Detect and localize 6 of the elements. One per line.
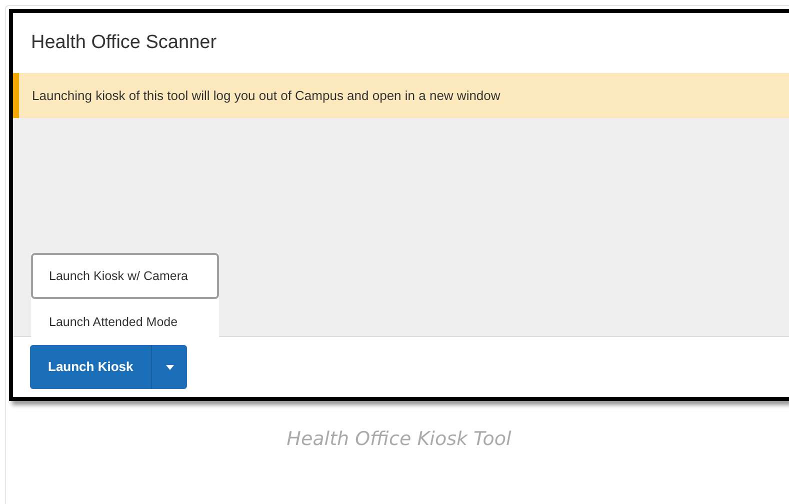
banner-message: Launching kiosk of this tool will log you out of Campus and open in a new window [32,86,500,105]
window-title: Health Office Scanner [31,30,217,55]
menu-item[interactable]: Launch Kiosk w/ Camera [31,253,219,299]
caret-icon [166,364,174,370]
figure-caption: Health Office Kiosk Tool [286,427,512,452]
menu-item[interactable]: Launch Attended Mode [31,299,219,345]
